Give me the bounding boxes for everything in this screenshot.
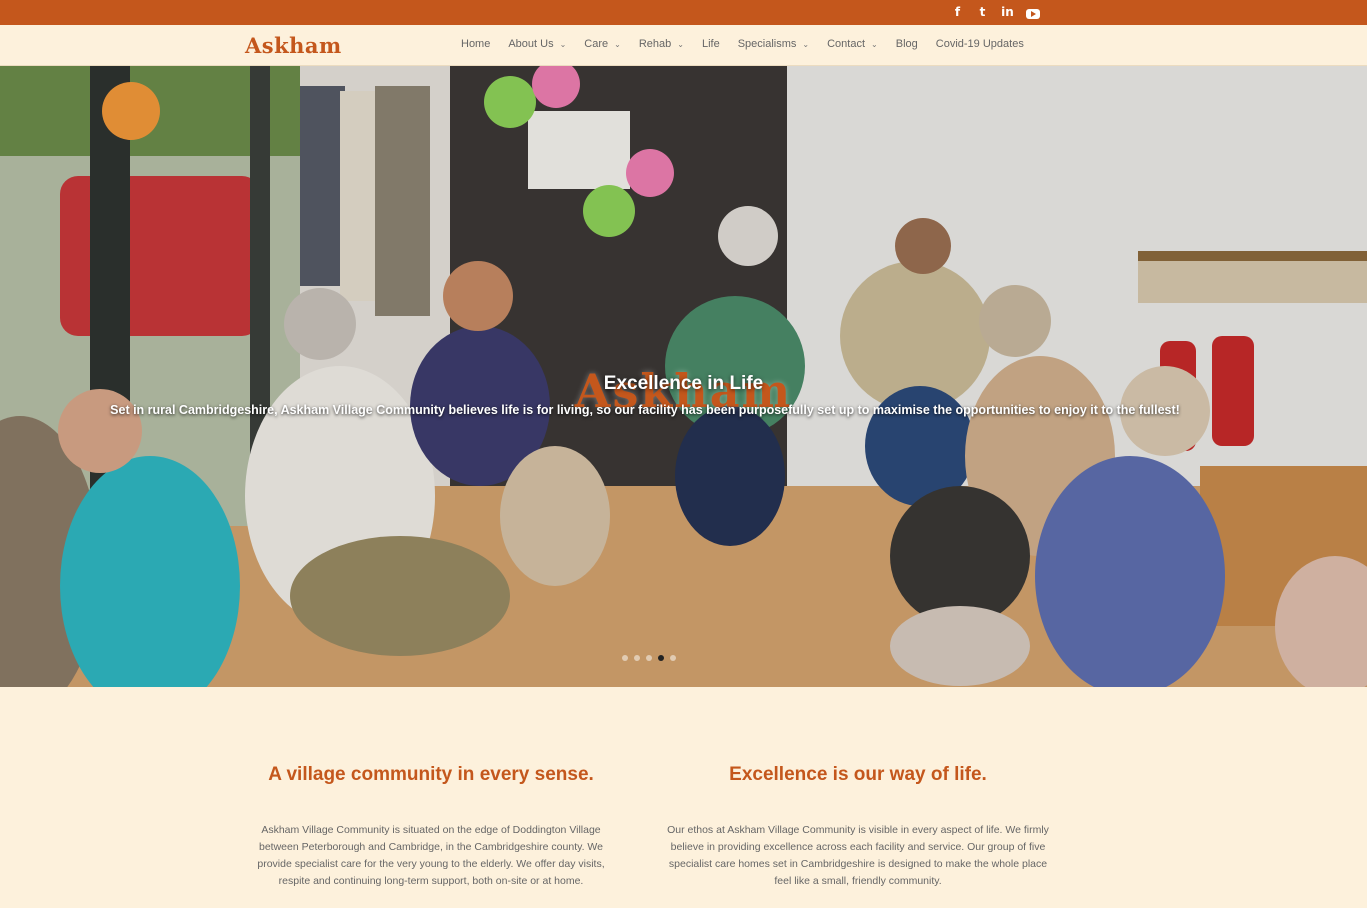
nav-specialisms[interactable]: Specialisms ⌄ <box>738 38 809 50</box>
nav-life[interactable]: Life <box>702 38 720 50</box>
top-bar: f t in <box>0 0 1367 25</box>
main-nav: Home About Us ⌄ Care ⌄ Rehab ⌄ Life Special… <box>461 38 1042 50</box>
hero-slider: Askham Excellence in Life Set in rural C… <box>0 66 1367 687</box>
slider-dot[interactable] <box>670 655 676 661</box>
village-heading: A village community in every sense. <box>268 764 594 785</box>
chevron-down-icon: ⌄ <box>677 39 684 49</box>
site-logo[interactable]: Askham <box>245 33 342 58</box>
slider-dot[interactable] <box>646 655 652 661</box>
intro-column-village: A village community in every sense. Askh… <box>246 764 616 890</box>
chevron-down-icon: ⌄ <box>871 39 878 49</box>
chevron-down-icon: ⌄ <box>802 39 810 49</box>
nav-blog[interactable]: Blog <box>896 38 918 50</box>
intro-column-excellence: Excellence is our way of life. Our ethos… <box>662 764 1054 890</box>
facebook-icon[interactable]: f <box>949 4 966 20</box>
slider-dot[interactable] <box>622 655 628 661</box>
chevron-down-icon: ⌄ <box>614 39 621 49</box>
hero-title: Excellence in Life <box>603 373 764 394</box>
linkedin-icon[interactable]: in <box>999 4 1016 20</box>
hero-subtitle: Set in rural Cambridgeshire, Askham Vill… <box>110 403 1180 417</box>
excellence-body: Our ethos at Askham Village Community is… <box>667 824 1049 887</box>
nav-care[interactable]: Care ⌄ <box>584 38 621 50</box>
twitter-icon[interactable]: t <box>974 4 991 20</box>
slider-dot-active[interactable] <box>658 655 664 661</box>
nav-home[interactable]: Home <box>461 38 490 50</box>
slider-dots <box>622 655 676 661</box>
nav-contact[interactable]: Contact ⌄ <box>827 38 878 50</box>
nav-rehab[interactable]: Rehab ⌄ <box>639 38 684 50</box>
nav-about-us[interactable]: About Us ⌄ <box>508 38 566 50</box>
site-header: Askham Home About Us ⌄ Care ⌄ Rehab ⌄ Life … <box>0 25 1367 66</box>
nav-covid-updates[interactable]: Covid-19 Updates <box>936 38 1024 50</box>
slider-dot[interactable] <box>634 655 640 661</box>
social-links: f t in <box>949 4 1041 20</box>
youtube-icon[interactable] <box>1024 4 1041 20</box>
excellence-heading: Excellence is our way of life. <box>729 764 987 785</box>
chevron-down-icon: ⌄ <box>559 39 567 49</box>
village-body: Askham Village Community is situated on … <box>257 824 605 887</box>
